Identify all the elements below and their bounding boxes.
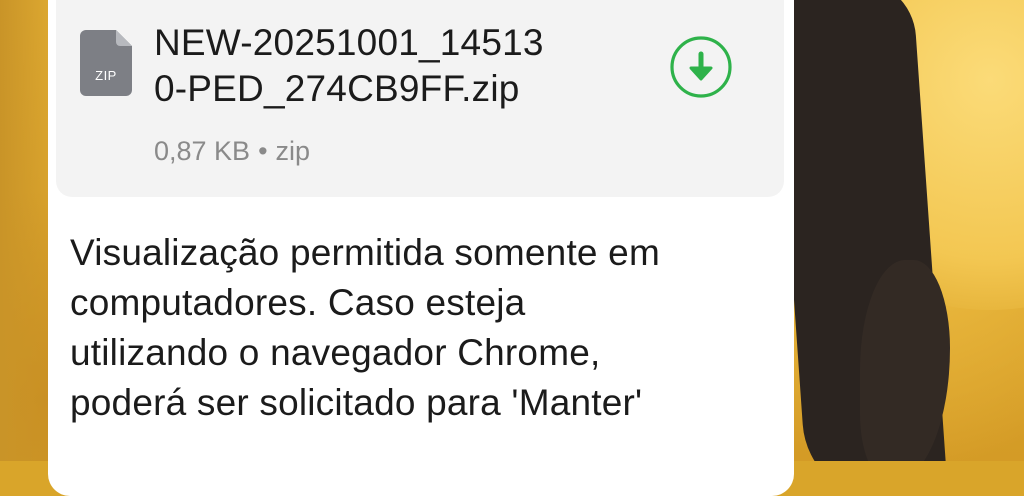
- file-meta: 0,87 KB • zip: [154, 134, 310, 168]
- zip-file-icon: ZIP: [80, 30, 132, 96]
- file-type: zip: [275, 136, 311, 166]
- message-line: Visualização permitida somente em: [70, 232, 660, 273]
- message-line: computadores. Caso esteja: [70, 282, 526, 323]
- message-text: Visualização permitida somente em comput…: [70, 228, 780, 428]
- file-name-line-2: 0-PED_274CB9FF.zip: [154, 68, 520, 109]
- file-meta-separator: •: [258, 136, 268, 166]
- message-line: poderá ser solicitado para 'Manter': [70, 382, 643, 423]
- file-size: 0,87 KB: [154, 136, 251, 166]
- download-icon[interactable]: [669, 35, 733, 99]
- file-name: NEW-20251001_14513 0-PED_274CB9FF.zip: [154, 20, 624, 112]
- file-attachment[interactable]: ZIP NEW-20251001_14513 0-PED_274CB9FF.zi…: [56, 0, 784, 197]
- wallpaper-figure-hair-end: [860, 260, 950, 461]
- file-name-line-1: NEW-20251001_14513: [154, 22, 544, 63]
- message-line: utilizando o navegador Chrome,: [70, 332, 601, 373]
- zip-file-icon-label: ZIP: [95, 68, 117, 83]
